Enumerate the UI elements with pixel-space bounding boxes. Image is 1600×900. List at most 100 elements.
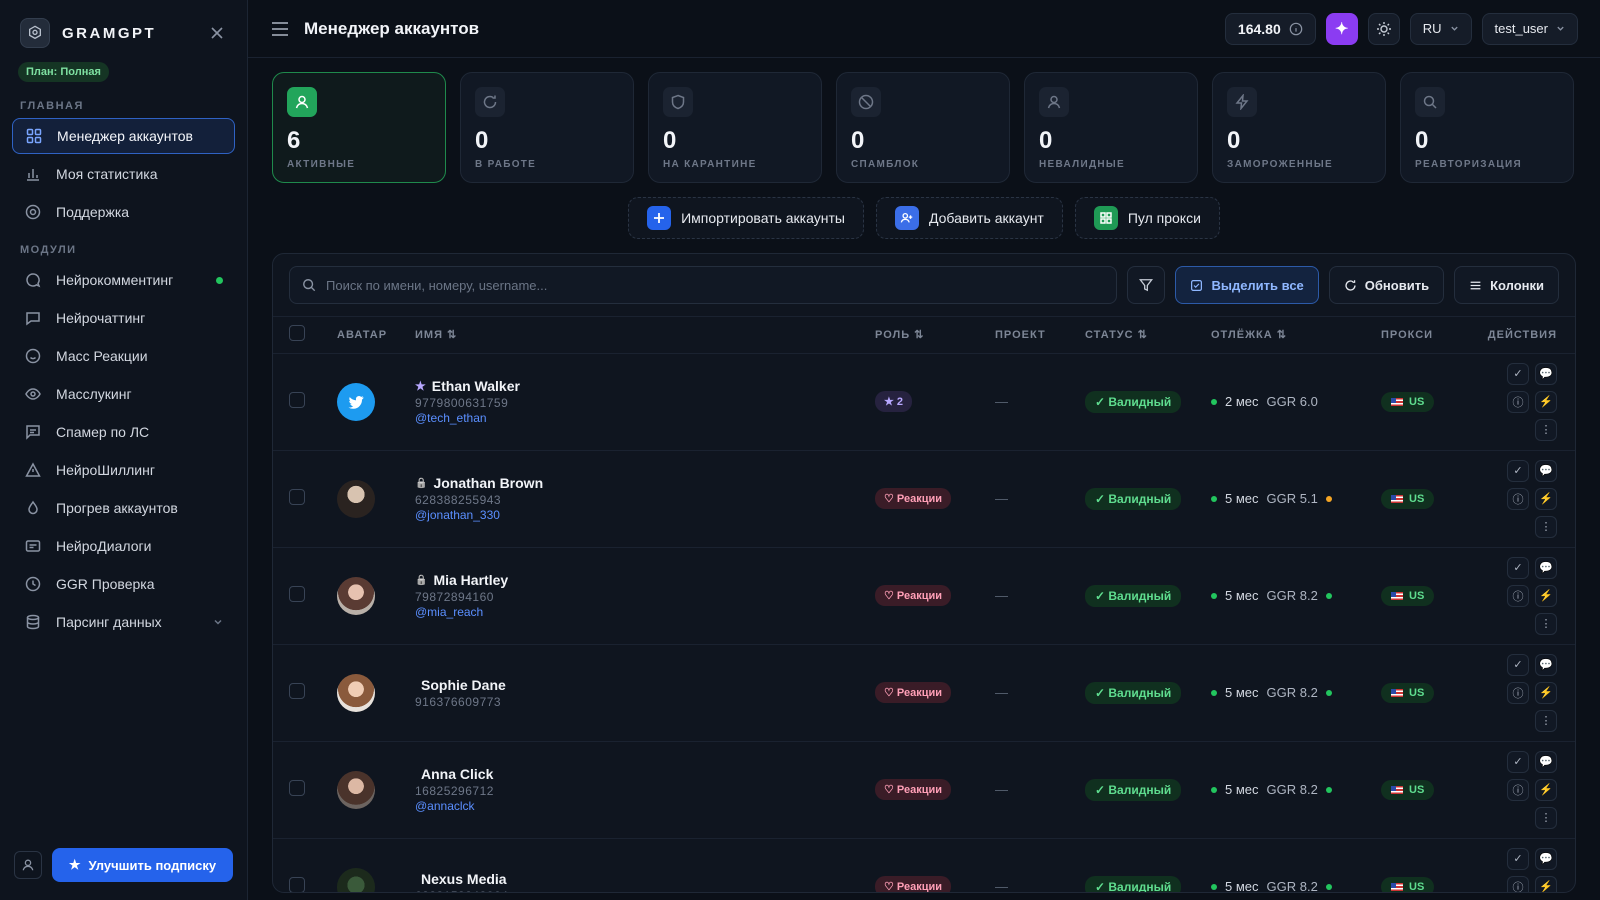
ggr-value: GGR 8.2 [1266,588,1318,603]
proxy-pool-button[interactable]: Пул прокси [1074,197,1220,239]
chat-button[interactable]: 💬 [1535,653,1557,676]
table-row[interactable]: Anna Click 16825296712 @annaclck ♡ Реакц… [273,741,1575,839]
account-phone: 628388255943 [415,493,502,507]
row-checkbox[interactable] [289,683,305,699]
sidebar-item-neurocommenting[interactable]: Нейрокомментинг [12,262,235,298]
row-checkbox[interactable] [289,392,305,408]
bolt-button[interactable]: ⚡ [1535,778,1557,801]
balance-display[interactable]: 164.80 [1224,12,1316,45]
check-button[interactable]: ✓ [1507,556,1529,579]
table-row[interactable]: 🔒 Mia Hartley 79872894160 @mia_reach ♡ Р… [273,547,1575,645]
stat-card-invalid[interactable]: 0 НЕВАЛИДНЫЕ [1024,72,1198,183]
sidebar-item-dm-spammer[interactable]: Спамер по ЛС [12,414,235,450]
close-icon[interactable] [207,23,227,43]
sparkle-button[interactable]: ✦ [1325,12,1358,45]
sidebar-item-mass-reactions[interactable]: Масс Реакции [12,338,235,374]
more-button[interactable]: ⋮ [1535,515,1557,538]
account-name: 🔒 Mia Hartley [415,572,875,588]
table-row[interactable]: Sophie Dane 916376609773 ♡ Реакции — ✓ В… [273,644,1575,742]
refresh-button[interactable]: Обновить [1328,266,1445,304]
chat-button[interactable]: 💬 [1535,556,1557,579]
bolt-button[interactable]: ⚡ [1535,584,1557,607]
table-row[interactable]: ★ Ethan Walker 9779800631759 @tech_ethan… [273,353,1575,451]
account-username[interactable]: @tech_ethan [415,411,875,425]
select-all-button[interactable]: Выделить все [1175,266,1319,304]
sidebar-item-ggr-check[interactable]: GGR Проверка [12,566,235,602]
info-button[interactable]: ⓘ [1507,778,1529,801]
theme-toggle-button[interactable] [1367,12,1400,45]
sidebar-item-label: НейроШиллинг [56,462,155,478]
check-button[interactable]: ✓ [1507,362,1529,385]
info-button[interactable]: ⓘ [1507,875,1529,892]
upgrade-subscription-button[interactable]: ★ Улучшить подписку [52,848,233,882]
stat-card-reauth[interactable]: 0 РЕАВТОРИЗАЦИЯ [1400,72,1574,183]
header-role[interactable]: РОЛЬ ⇅ [875,317,995,354]
filter-button[interactable] [1127,266,1166,304]
header-select[interactable] [273,317,337,354]
bolt-button[interactable]: ⚡ [1535,875,1557,892]
chat-button[interactable]: 💬 [1535,362,1557,385]
sidebar-item-neuroshilling[interactable]: НейроШиллинг [12,452,235,488]
stat-card-frozen[interactable]: 0 ЗАМОРОЖЕННЫЕ [1212,72,1386,183]
more-button[interactable]: ⋮ [1535,418,1557,441]
header-status[interactable]: СТАТУС ⇅ [1085,317,1211,354]
select-all-checkbox[interactable] [289,325,305,342]
info-button[interactable]: ⓘ [1507,390,1529,413]
menu-icon[interactable] [270,19,290,39]
add-account-button[interactable]: Добавить аккаунт [875,197,1063,239]
table-row[interactable]: 🔒 Jonathan Brown 628388255943 @jonathan_… [273,450,1575,548]
info-button[interactable]: ⓘ [1507,584,1529,607]
age-value: 5 мес [1225,685,1259,700]
columns-label: Колонки [1490,277,1544,293]
row-checkbox[interactable] [289,780,305,796]
language-select[interactable]: RU [1409,12,1472,45]
import-accounts-button[interactable]: Импортировать аккаунты [628,197,864,239]
bolt-button[interactable]: ⚡ [1535,390,1557,413]
row-checkbox[interactable] [289,586,305,602]
ggr-dot [1325,495,1332,502]
sidebar-item-account-manager[interactable]: Менеджер аккаунтов [12,118,235,154]
sidebar-item-neurodialogs[interactable]: НейроДиалоги [12,528,235,564]
more-button[interactable]: ⋮ [1535,709,1557,732]
table-row[interactable]: Nexus Media 6283153843064 ♡ Реакции — ✓ … [273,838,1575,892]
bolt-button[interactable]: ⚡ [1535,487,1557,510]
more-button[interactable]: ⋮ [1535,806,1557,829]
stat-card-spamblock[interactable]: 0 СПАМБЛОК [836,72,1010,183]
header-age[interactable]: ОТЛЁЖКА ⇅ [1211,317,1381,354]
brand: GRAMGPT [0,0,247,66]
row-checkbox[interactable] [289,877,305,892]
account-username[interactable]: @mia_reach [415,605,875,619]
sidebar-item-neurochatting[interactable]: Нейрочаттинг [12,300,235,336]
more-button[interactable]: ⋮ [1535,612,1557,635]
chat-button[interactable]: 💬 [1535,847,1557,870]
stat-card-quarantine[interactable]: 0 НА КАРАНТИНЕ [648,72,822,183]
account-username[interactable]: @jonathan_330 [415,508,875,522]
check-button[interactable]: ✓ [1507,847,1529,870]
sidebar-item-data-parsing[interactable]: Парсинг данных [12,604,235,640]
user-menu[interactable]: test_user [1481,12,1578,45]
eye-icon [24,385,42,403]
sidebar-item-masslooking[interactable]: Масслукинг [12,376,235,412]
bolt-button[interactable]: ⚡ [1535,681,1557,704]
chat-button[interactable]: 💬 [1535,750,1557,773]
check-button[interactable]: ✓ [1507,459,1529,482]
check-button[interactable]: ✓ [1507,653,1529,676]
account-username[interactable]: @annaclck [415,799,875,813]
stat-card-in-work[interactable]: 0 В РАБОТЕ [460,72,634,183]
profile-button[interactable] [14,851,42,879]
check-button[interactable]: ✓ [1507,750,1529,773]
sidebar-item-support[interactable]: Поддержка [12,194,235,230]
columns-button[interactable]: Колонки [1454,266,1559,304]
header-name[interactable]: ИМЯ ⇅ [415,317,875,354]
search-input[interactable] [326,277,1105,293]
stat-card-active[interactable]: 6 АКТИВНЫЕ [272,72,446,183]
info-button[interactable]: ⓘ [1507,487,1529,510]
sidebar-item-statistics[interactable]: Моя статистика [12,156,235,192]
sidebar-item-warmup[interactable]: Прогрев аккаунтов [12,490,235,526]
info-button[interactable]: ⓘ [1507,681,1529,704]
refresh-icon [1345,279,1356,291]
import-label: Импортировать аккаунты [681,210,845,226]
project-value: — [995,782,1008,797]
chat-button[interactable]: 💬 [1535,459,1557,482]
row-checkbox[interactable] [289,489,305,505]
